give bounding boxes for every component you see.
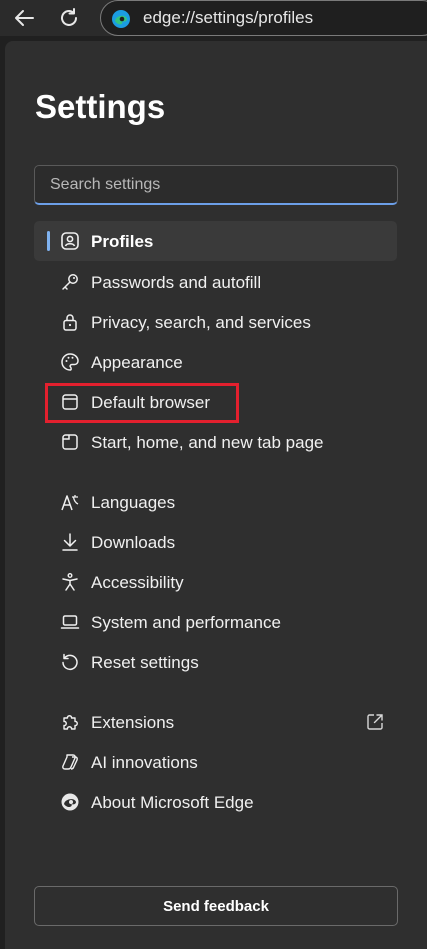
- sidebar-item-profiles[interactable]: Profiles: [34, 221, 397, 261]
- sidebar-item-about[interactable]: About Microsoft Edge: [34, 782, 397, 822]
- sidebar-item-label: Languages: [91, 493, 176, 512]
- refresh-icon: [61, 8, 77, 26]
- browser-toolbar: edge://settings/profiles: [0, 0, 427, 36]
- search-box[interactable]: [34, 165, 398, 205]
- sidebar-item-label: Extensions: [91, 713, 175, 732]
- profile-icon: [60, 231, 80, 251]
- sidebar-item-label: Downloads: [91, 533, 176, 552]
- sidebar-item-extensions[interactable]: Extensions: [34, 702, 397, 742]
- sidebar-item-appearance[interactable]: Appearance: [34, 342, 397, 382]
- sidebar-item-label: Reset settings: [91, 653, 199, 672]
- back-button[interactable]: [9, 4, 39, 32]
- sidebar-item-downloads[interactable]: Downloads: [34, 522, 397, 562]
- key-icon: [60, 272, 80, 292]
- highlight-box-default-browser: [45, 383, 239, 423]
- page-title: Settings: [35, 88, 166, 125]
- palette-icon: [60, 352, 80, 372]
- edge-logo-icon: [111, 9, 131, 29]
- ai-icon: [60, 752, 80, 772]
- selection-indicator: [47, 231, 50, 251]
- sidebar-item-label: AI innovations: [91, 753, 198, 772]
- home-page-icon: [60, 432, 80, 452]
- lock-icon: [60, 312, 80, 332]
- edge-logo-icon: [60, 792, 80, 812]
- sidebar-item-label: Appearance: [91, 353, 183, 372]
- send-feedback-button[interactable]: Send feedback: [34, 886, 398, 926]
- external-link-icon: [365, 712, 385, 732]
- sidebar-item-label: System and performance: [91, 613, 281, 632]
- sidebar-item-label: Privacy, search, and services: [91, 313, 311, 332]
- sidebar-item-label: Profiles: [91, 232, 154, 251]
- puzzle-icon: [60, 712, 80, 732]
- sidebar-item-ai-innovations[interactable]: AI innovations: [34, 742, 397, 782]
- sidebar-item-system-performance[interactable]: System and performance: [34, 602, 397, 642]
- sidebar-item-privacy[interactable]: Privacy, search, and services: [34, 302, 397, 342]
- sidebar-item-accessibility[interactable]: Accessibility: [34, 562, 397, 602]
- reset-icon: [60, 652, 80, 672]
- accessibility-icon: [60, 572, 80, 592]
- sidebar-item-languages[interactable]: Languages: [34, 482, 397, 522]
- download-icon: [60, 532, 80, 552]
- address-bar[interactable]: edge://settings/profiles: [100, 0, 427, 36]
- sidebar-item-reset[interactable]: Reset settings: [34, 642, 397, 682]
- search-input[interactable]: [35, 166, 397, 203]
- sidebar-item-label: Accessibility: [91, 573, 184, 592]
- sidebar-item-passwords[interactable]: Passwords and autofill: [34, 262, 397, 302]
- address-text: edge://settings/profiles: [143, 8, 314, 27]
- sidebar-item-label: About Microsoft Edge: [91, 793, 254, 812]
- refresh-button[interactable]: [54, 4, 84, 32]
- laptop-icon: [60, 612, 80, 632]
- languages-icon: [60, 492, 80, 512]
- sidebar-item-start-home[interactable]: Start, home, and new tab page: [34, 422, 397, 462]
- back-arrow-icon: [15, 10, 34, 26]
- sidebar-item-label: Passwords and autofill: [91, 273, 262, 292]
- sidebar-item-label: Start, home, and new tab page: [91, 433, 324, 452]
